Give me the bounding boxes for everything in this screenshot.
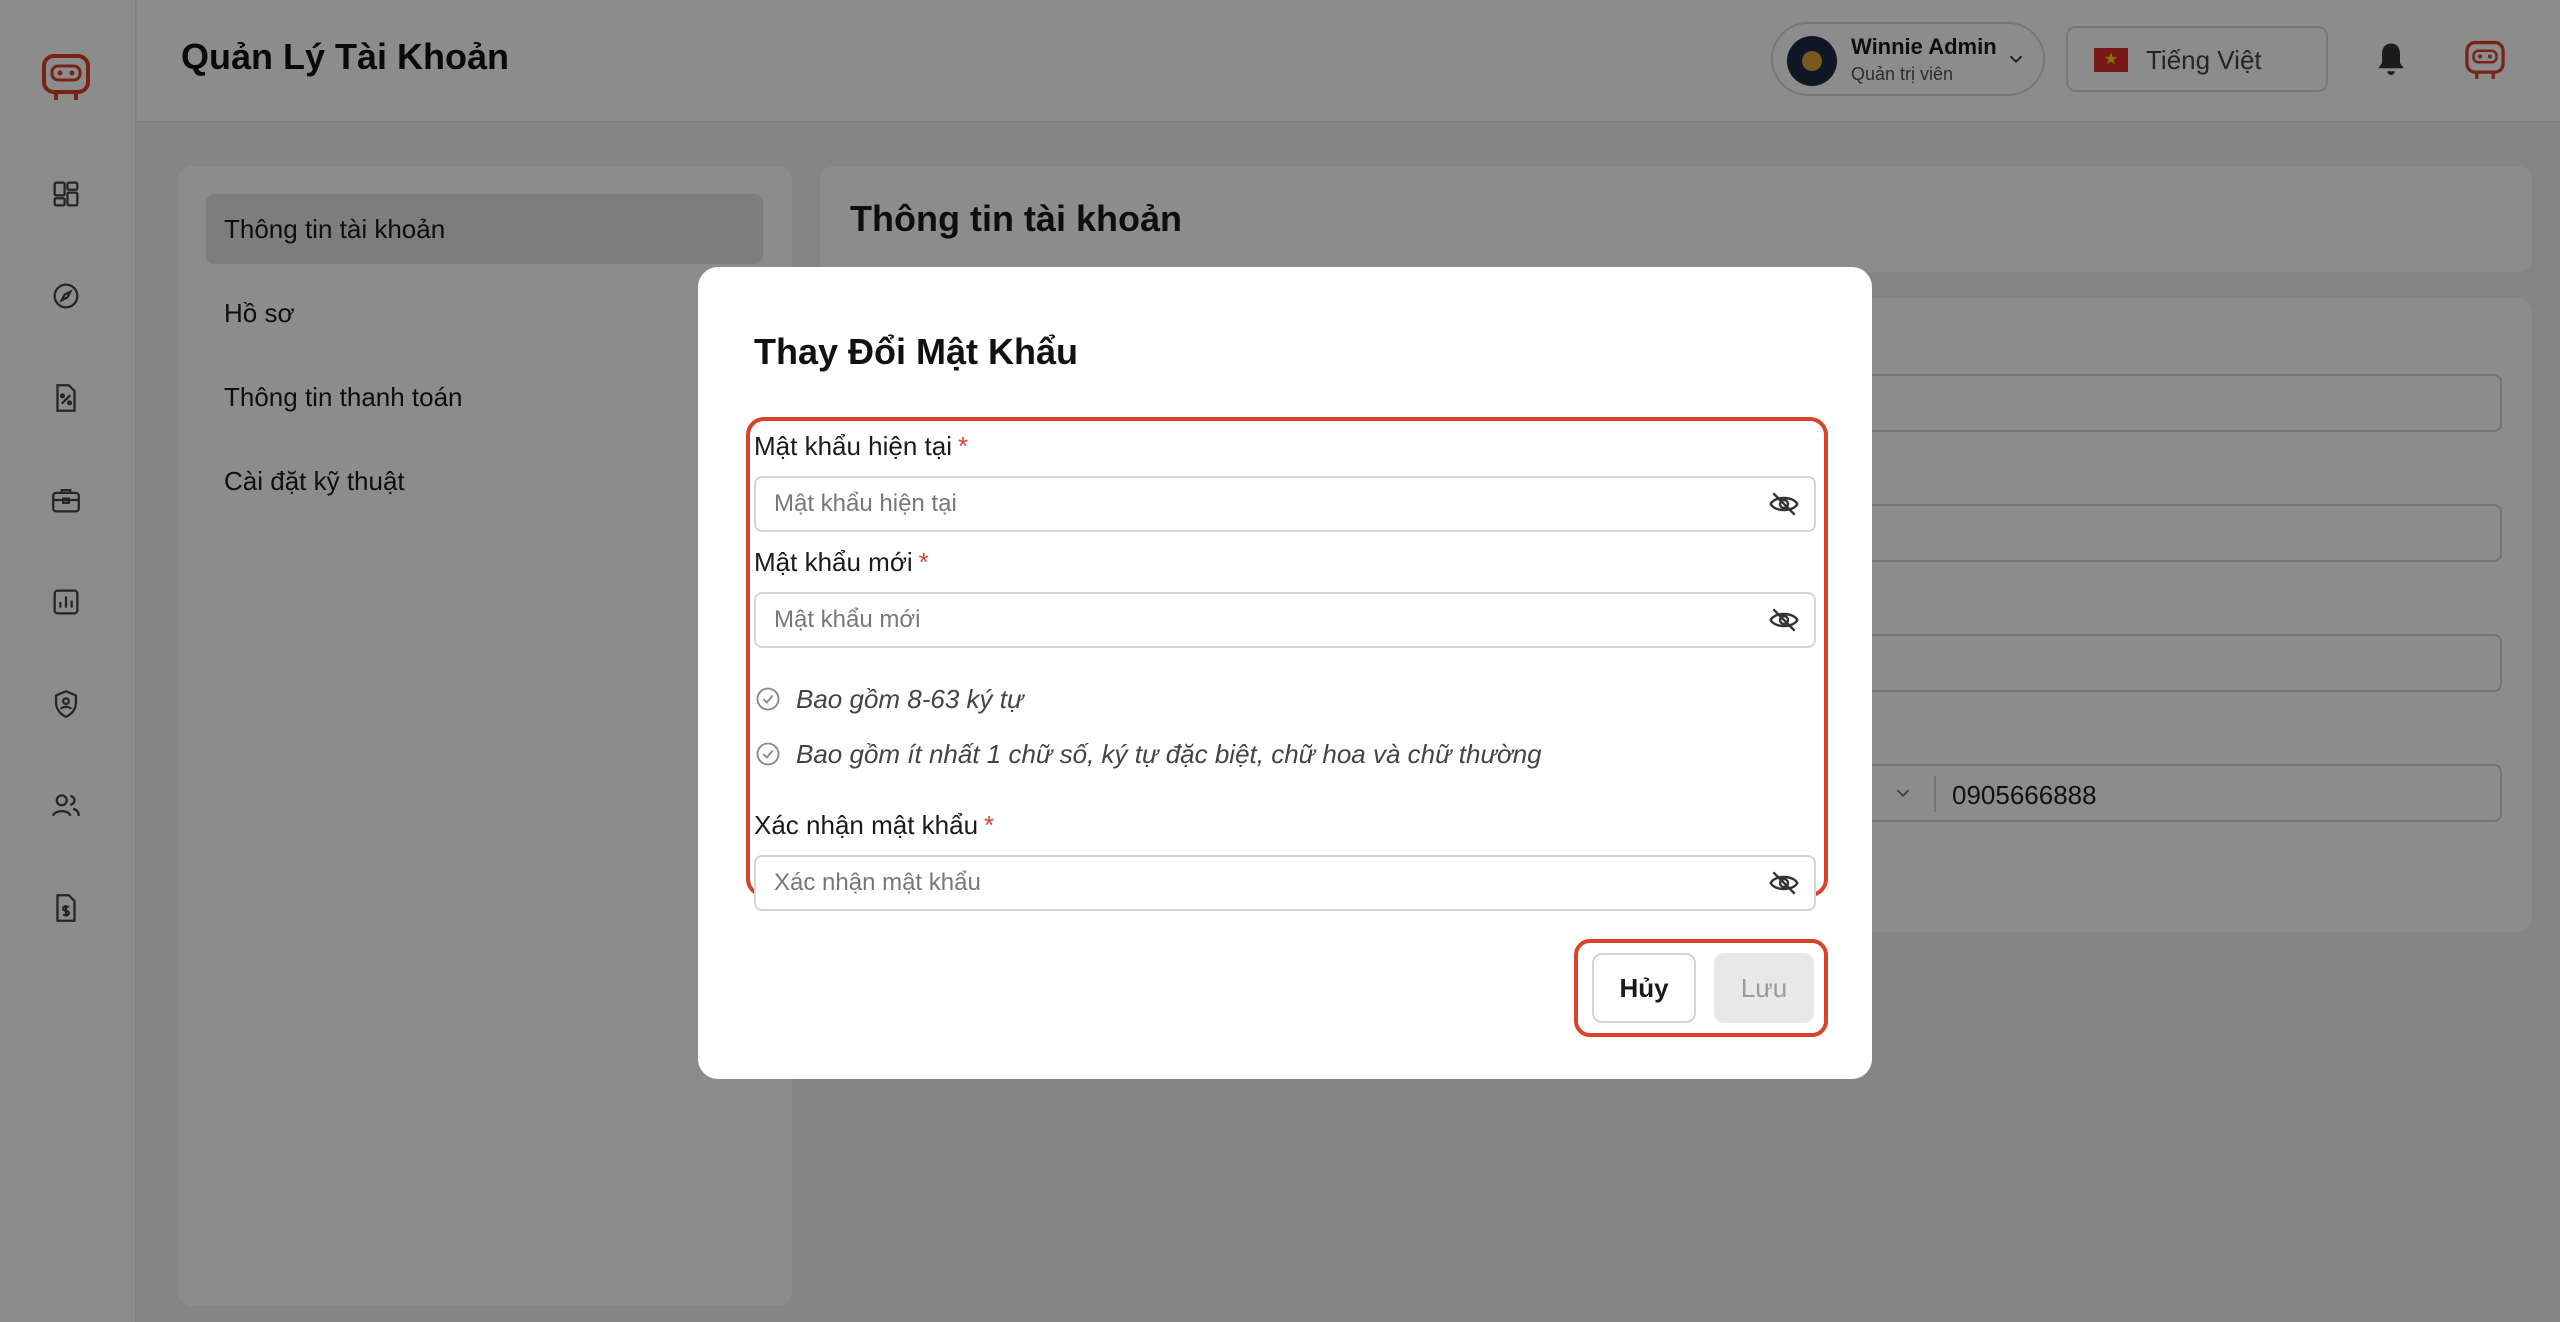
check-circle-icon xyxy=(756,687,780,711)
eye-off-icon[interactable] xyxy=(1768,488,1800,520)
dialog-title: Thay Đổi Mật Khẩu xyxy=(754,331,1079,372)
save-button[interactable]: Lưu xyxy=(1714,953,1814,1023)
confirm-password-label: Xác nhận mật khẩu * xyxy=(754,810,995,840)
current-password-input[interactable] xyxy=(754,476,1816,532)
current-password-label: Mật khẩu hiện tại * xyxy=(754,431,969,461)
check-circle-icon xyxy=(756,742,780,766)
password-rule-complexity: Bao gồm ít nhất 1 chữ số, ký tự đặc biệt… xyxy=(754,738,1542,770)
required-mark: * xyxy=(958,431,969,461)
password-rule-length: Bao gồm 8-63 ký tự xyxy=(754,683,1023,715)
confirm-password-input[interactable] xyxy=(754,855,1816,911)
required-mark: * xyxy=(918,547,929,577)
eye-off-icon[interactable] xyxy=(1768,604,1800,636)
eye-off-icon[interactable] xyxy=(1768,867,1800,899)
new-password-input[interactable] xyxy=(754,592,1816,648)
cancel-button[interactable]: Hủy xyxy=(1592,953,1696,1023)
change-password-dialog: Thay Đổi Mật Khẩu Mật khẩu hiện tại * Mật… xyxy=(698,267,1872,1079)
new-password-label: Mật khẩu mới * xyxy=(754,547,929,577)
required-mark: * xyxy=(984,810,995,840)
